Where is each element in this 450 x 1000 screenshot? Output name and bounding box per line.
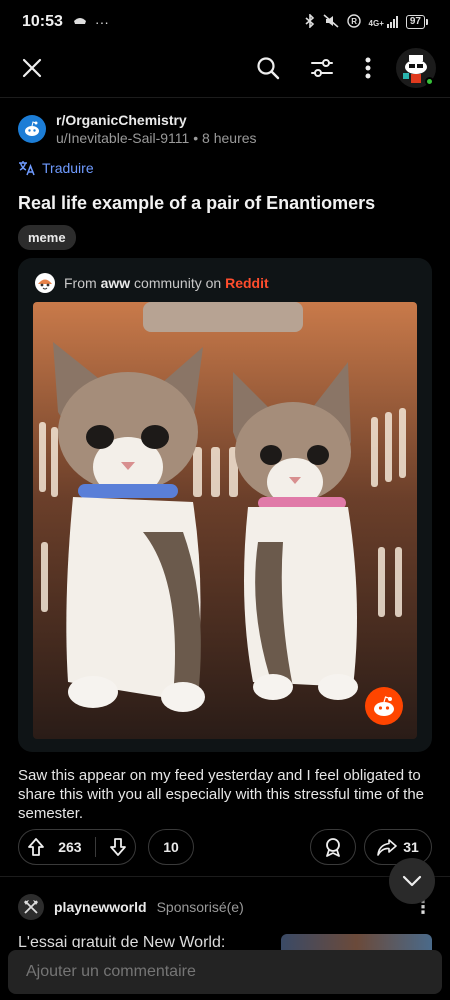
source-platform: Reddit: [225, 275, 269, 291]
from-prefix: From: [64, 275, 97, 291]
more-notifications-icon: ···: [94, 14, 109, 30]
comments-button[interactable]: 10: [148, 829, 194, 865]
registered-icon: R: [346, 13, 361, 31]
crosspost-embed[interactable]: From aww community on Reddit: [18, 258, 432, 752]
vote-count: 263: [58, 839, 82, 855]
post-image[interactable]: [33, 302, 417, 739]
translate-button[interactable]: Traduire: [18, 160, 94, 176]
subreddit-name[interactable]: r/OrganicChemistry: [56, 112, 257, 128]
signal-icon: 4G+: [369, 16, 398, 28]
close-button[interactable]: [14, 50, 50, 86]
user-avatar[interactable]: [396, 48, 436, 88]
search-button[interactable]: [250, 50, 286, 86]
from-mid: community on: [134, 275, 222, 291]
close-icon: [22, 58, 42, 78]
award-icon: [326, 838, 340, 857]
crosspost-source: From aww community on Reddit: [34, 272, 269, 294]
network-type: 4G+: [368, 19, 384, 28]
sponsored-header: playnewworld Sponsorisé(e) ⋮: [18, 894, 432, 920]
vote-control: 263: [18, 829, 136, 865]
share-count: 31: [403, 839, 419, 855]
kittens-photo: [33, 302, 417, 739]
ad-headline[interactable]: L'essai gratuit de New World:: [18, 934, 258, 948]
more-vertical-icon: [365, 57, 371, 79]
battery-icon: 97: [405, 15, 428, 29]
comment-count: 10: [163, 839, 179, 855]
snoo-icon: [25, 121, 39, 136]
subreddit-avatar[interactable]: [18, 115, 46, 143]
downvote-button[interactable]: [109, 837, 127, 857]
notification-icon: [73, 14, 87, 30]
upvote-button[interactable]: [27, 837, 45, 857]
crossed-axes-icon: [24, 900, 38, 914]
filter-button[interactable]: [304, 50, 340, 86]
status-bar: 10:53 ··· R 4G+ 97: [0, 0, 450, 44]
top-app-bar: [0, 44, 450, 92]
search-icon: [257, 57, 280, 80]
translate-icon: [19, 161, 35, 176]
header-divider: [0, 97, 450, 98]
overflow-menu-button[interactable]: [358, 50, 378, 86]
source-community[interactable]: aww: [101, 275, 131, 291]
svg-text:R: R: [351, 17, 357, 26]
advertiser-name[interactable]: playnewworld: [54, 899, 147, 915]
translate-label: Traduire: [42, 160, 94, 176]
mute-icon: [323, 13, 339, 31]
downvote-icon: [110, 838, 126, 856]
online-indicator: [425, 77, 434, 86]
post-body: Saw this appear on my feed yesterday and…: [18, 767, 425, 822]
post-title: Real life example of a pair of Enantiome…: [18, 193, 376, 213]
community-avatar-icon: [35, 273, 55, 293]
bluetooth-icon: [305, 12, 315, 31]
post-author[interactable]: u/Inevitable-Sail-9111: [56, 130, 189, 146]
comment-bar: [0, 950, 450, 1000]
advertiser-avatar[interactable]: [18, 894, 44, 920]
sponsored-tag: Sponsorisé(e): [156, 899, 244, 915]
filter-icon: [311, 59, 333, 77]
chevron-down-icon: [402, 875, 422, 887]
post-header: r/OrganicChemistry u/Inevitable-Sail-911…: [18, 112, 432, 146]
post-divider: [0, 876, 450, 877]
share-icon: [377, 839, 398, 856]
post-actions: 263 10 31: [18, 828, 432, 866]
battery-level: 97: [405, 15, 425, 29]
reddit-logo-icon: [365, 687, 403, 725]
post-age: 8 heures: [202, 130, 257, 146]
award-button[interactable]: [310, 829, 356, 865]
post-flair[interactable]: meme: [18, 225, 76, 250]
scroll-down-button[interactable]: [389, 858, 435, 904]
comment-input[interactable]: [8, 950, 442, 994]
status-time: 10:53: [22, 13, 63, 30]
upvote-icon: [28, 838, 44, 856]
